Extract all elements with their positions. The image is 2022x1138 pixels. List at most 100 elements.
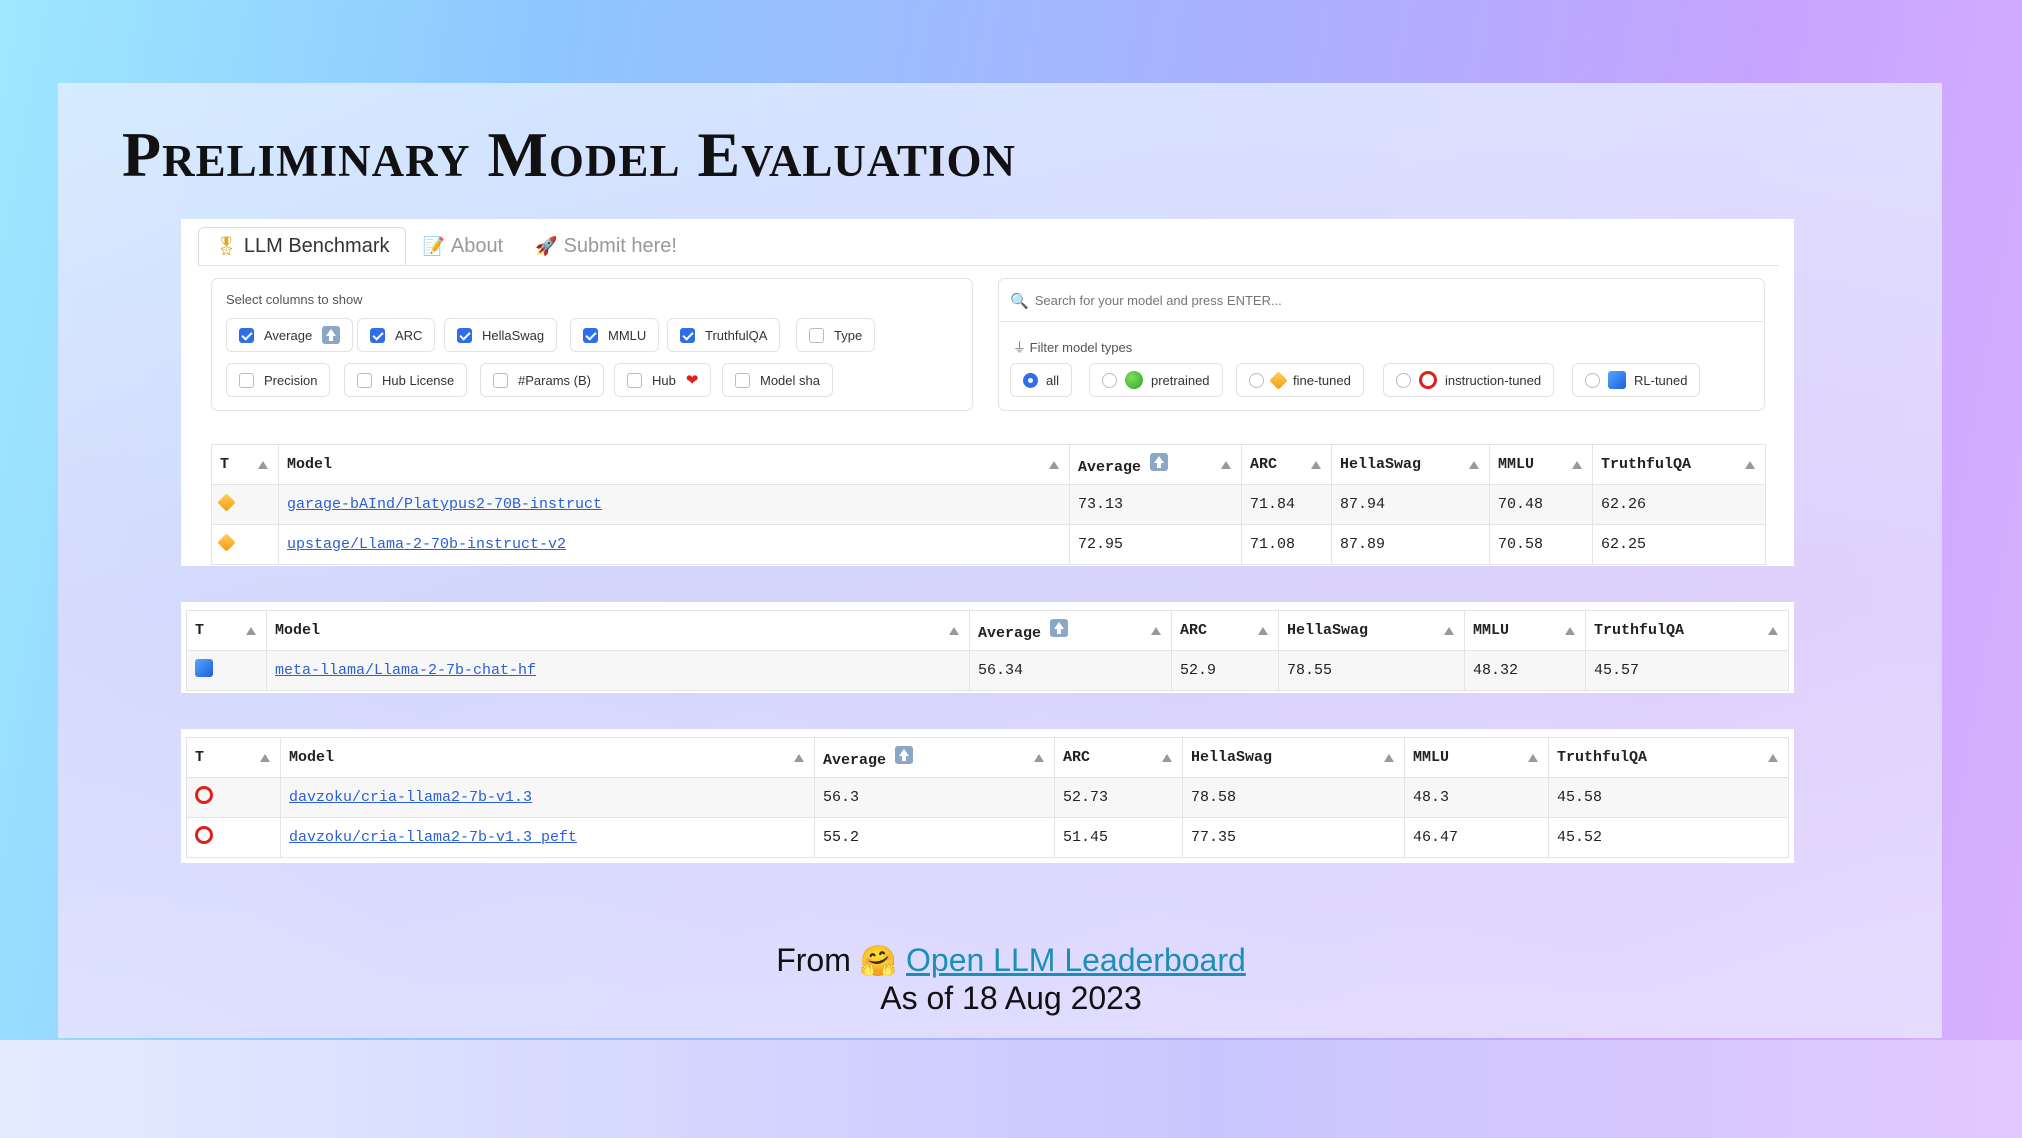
checkbox-type[interactable]: Type bbox=[796, 318, 876, 352]
model-cell: garage-bAInd/Platypus2-70B-instruct bbox=[278, 484, 1070, 525]
average-cell: 73.13 bbox=[1069, 484, 1242, 525]
checkbox-truthfulqa[interactable]: TruthfulQA bbox=[667, 318, 781, 352]
checkbox-params[interactable]: #Params (B) bbox=[480, 363, 604, 397]
checkbox-box[interactable] bbox=[680, 327, 695, 343]
orange-diamond-icon bbox=[1269, 370, 1288, 390]
col-header-type[interactable]: T bbox=[186, 737, 281, 778]
col-header-truthfulqa[interactable]: TruthfulQA bbox=[1592, 444, 1766, 485]
col-header-arc[interactable]: ARC bbox=[1241, 444, 1332, 485]
radio-dot[interactable] bbox=[1023, 372, 1038, 388]
col-header-model[interactable]: Model bbox=[278, 444, 1070, 485]
col-header-type[interactable]: T bbox=[186, 610, 267, 651]
checkbox-average[interactable]: Average bbox=[226, 318, 354, 352]
hellaswag-cell: 87.94 bbox=[1331, 484, 1490, 525]
col-header-arc[interactable]: ARC bbox=[1171, 610, 1279, 651]
table-row: davzoku/cria-llama2-7b-v1.3 56.3 52.73 7… bbox=[186, 777, 1789, 818]
filter-pretrained[interactable]: pretrained bbox=[1089, 363, 1223, 397]
radio-dot[interactable] bbox=[1102, 372, 1117, 388]
checkbox-hellaswag[interactable]: HellaSwag bbox=[444, 318, 558, 352]
checkbox-box[interactable] bbox=[370, 327, 385, 343]
model-link[interactable]: meta-llama/Llama-2-7b-chat-hf bbox=[275, 662, 536, 679]
col-header-model[interactable]: Model bbox=[280, 737, 815, 778]
model-cell: meta-llama/Llama-2-7b-chat-hf bbox=[266, 650, 970, 691]
col-header-hellaswag[interactable]: HellaSwag bbox=[1331, 444, 1490, 485]
sort-icon bbox=[1049, 460, 1059, 469]
sort-icon bbox=[1151, 626, 1161, 635]
checkbox-label: HellaSwag bbox=[482, 327, 545, 343]
radio-dot[interactable] bbox=[1249, 372, 1264, 388]
checkbox-box[interactable] bbox=[735, 372, 750, 388]
checkbox-box[interactable] bbox=[583, 327, 598, 343]
sort-icon bbox=[1745, 460, 1755, 469]
col-header-average[interactable]: Average bbox=[1069, 444, 1242, 485]
table-header-row: T Model Average ARC HellaSwag MMLU Truth… bbox=[186, 737, 1789, 778]
average-cell: 56.34 bbox=[969, 650, 1172, 691]
tab-submit[interactable]: 🚀 Submit here! bbox=[519, 227, 693, 265]
checkbox-precision[interactable]: Precision bbox=[226, 363, 331, 397]
mmlu-cell: 48.3 bbox=[1404, 777, 1549, 818]
sort-icon bbox=[258, 460, 268, 469]
checkbox-model-sha[interactable]: Model sha bbox=[722, 363, 833, 397]
mmlu-cell: 48.32 bbox=[1464, 650, 1586, 691]
filter-all[interactable]: all bbox=[1010, 363, 1073, 397]
checkbox-box[interactable] bbox=[239, 372, 254, 388]
col-header-type[interactable]: T bbox=[211, 444, 279, 485]
blue-square-icon bbox=[1608, 371, 1626, 389]
filter-fine-tuned[interactable]: fine-tuned bbox=[1236, 363, 1364, 397]
filter-instruction-tuned[interactable]: instruction-tuned bbox=[1383, 363, 1555, 397]
col-header-average[interactable]: Average bbox=[814, 737, 1055, 778]
checkbox-box[interactable] bbox=[493, 372, 508, 388]
rocket-icon: 🚀 bbox=[535, 235, 558, 256]
col-header-mmlu[interactable]: MMLU bbox=[1464, 610, 1586, 651]
average-cell: 56.3 bbox=[814, 777, 1055, 818]
col-header-hellaswag[interactable]: HellaSwag bbox=[1182, 737, 1405, 778]
model-link[interactable]: upstage/Llama-2-70b-instruct-v2 bbox=[287, 536, 566, 553]
checkbox-mmlu[interactable]: MMLU bbox=[570, 318, 660, 352]
checkbox-label: Precision bbox=[264, 372, 318, 388]
checkbox-label: TruthfulQA bbox=[705, 327, 768, 343]
arc-cell: 51.45 bbox=[1054, 817, 1183, 858]
checkbox-box[interactable] bbox=[357, 372, 372, 388]
arc-cell: 52.73 bbox=[1054, 777, 1183, 818]
radio-dot[interactable] bbox=[1585, 372, 1600, 388]
col-header-truthfulqa[interactable]: TruthfulQA bbox=[1548, 737, 1789, 778]
sort-icon bbox=[1384, 753, 1394, 762]
search-input[interactable] bbox=[1034, 293, 1735, 308]
col-header-mmlu[interactable]: MMLU bbox=[1489, 444, 1593, 485]
model-link[interactable]: davzoku/cria-llama2-7b-v1.3_peft bbox=[289, 829, 577, 846]
checkbox-box[interactable] bbox=[809, 327, 824, 343]
table-row: garage-bAInd/Platypus2-70B-instruct 73.1… bbox=[211, 484, 1766, 525]
checkbox-box[interactable] bbox=[239, 327, 254, 343]
sort-icon bbox=[949, 626, 959, 635]
radio-dot[interactable] bbox=[1396, 372, 1411, 388]
model-link[interactable]: garage-bAInd/Platypus2-70B-instruct bbox=[287, 496, 602, 513]
filter-rl-tuned[interactable]: RL-tuned bbox=[1572, 363, 1701, 397]
tab-about[interactable]: 📝 About bbox=[406, 227, 519, 265]
arc-cell: 71.08 bbox=[1241, 524, 1332, 565]
col-header-truthfulqa[interactable]: TruthfulQA bbox=[1585, 610, 1789, 651]
checkbox-label: Type bbox=[834, 327, 863, 343]
tab-label: LLM Benchmark bbox=[243, 235, 390, 257]
model-link[interactable]: davzoku/cria-llama2-7b-v1.3 bbox=[289, 789, 532, 806]
checkbox-hub[interactable]: Hub ❤ bbox=[614, 363, 712, 397]
col-header-mmlu[interactable]: MMLU bbox=[1404, 737, 1549, 778]
green-circle-icon bbox=[1125, 371, 1143, 389]
checkbox-box[interactable] bbox=[457, 327, 472, 343]
leaderboard-link[interactable]: Open LLM Leaderboard bbox=[906, 942, 1246, 978]
leaderboard-table: T Model Average ARC HellaSwag MMLU Truth… bbox=[211, 444, 1766, 565]
col-header-average[interactable]: Average bbox=[969, 610, 1172, 651]
col-header-hellaswag[interactable]: HellaSwag bbox=[1278, 610, 1465, 651]
col-header-arc[interactable]: ARC bbox=[1054, 737, 1183, 778]
type-cell bbox=[211, 524, 279, 565]
sort-icon bbox=[1528, 753, 1538, 762]
tab-llm-benchmark[interactable]: 🎖 LLM Benchmark bbox=[198, 227, 407, 265]
checkbox-box[interactable] bbox=[627, 372, 642, 388]
truthfulqa-cell: 45.52 bbox=[1548, 817, 1789, 858]
average-cell: 55.2 bbox=[814, 817, 1055, 858]
checkbox-arc[interactable]: ARC bbox=[357, 318, 436, 352]
arc-cell: 71.84 bbox=[1241, 484, 1332, 525]
checkbox-hub-license[interactable]: Hub License bbox=[344, 363, 468, 397]
search-box: 🔍 bbox=[1000, 280, 1763, 322]
hellaswag-cell: 77.35 bbox=[1182, 817, 1405, 858]
col-header-model[interactable]: Model bbox=[266, 610, 970, 651]
